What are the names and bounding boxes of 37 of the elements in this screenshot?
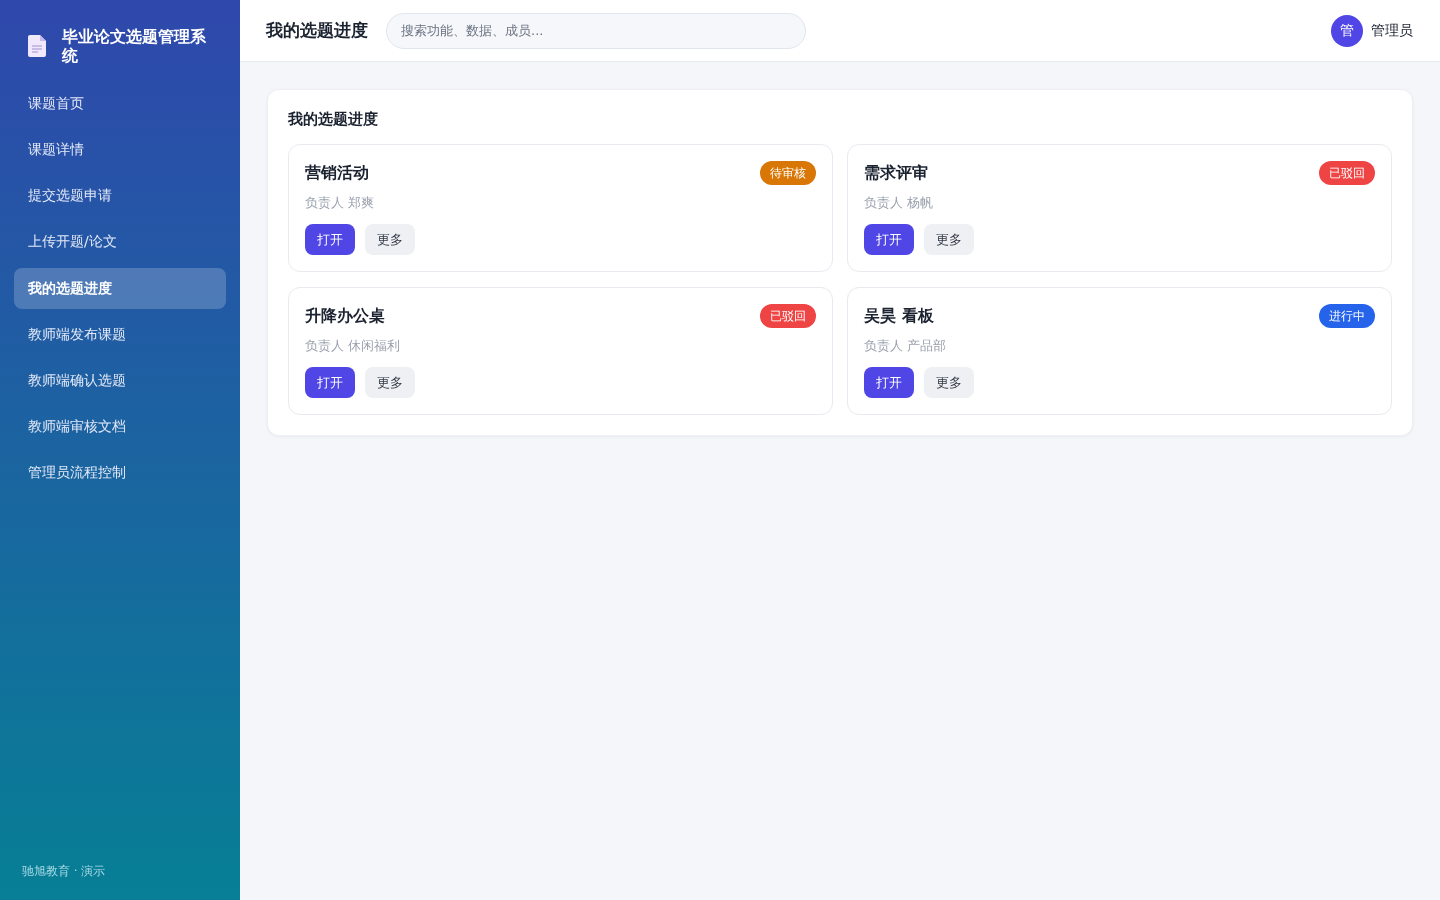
avatar[interactable]: 管 [1331,14,1363,47]
nav-item[interactable]: 提交选题申请 [14,176,226,216]
open-button[interactable]: 打开 [305,224,355,255]
status-badge: 待审核 [760,161,816,185]
document-icon [28,34,46,57]
nav-item[interactable]: 课题首页 [14,84,226,124]
owner-text: 负责人 休闲福利 [305,337,402,355]
more-button[interactable]: 更多 [365,367,415,398]
nav-item[interactable]: 教师端确认选题 [14,361,226,401]
card-title: 营销活动 [305,162,369,184]
more-button[interactable]: 更多 [365,224,415,255]
open-button[interactable]: 打开 [864,367,914,398]
nav-item[interactable]: 上传开题/论文 [14,222,226,262]
status-badge: 已驳回 [760,304,816,328]
panel-title: 我的选题进度 [288,110,379,128]
status-badge: 进行中 [1319,304,1375,328]
nav-item[interactable]: 课题详情 [14,130,226,170]
more-button[interactable]: 更多 [924,224,974,255]
open-button[interactable]: 打开 [864,224,914,255]
app-title: 毕业论文选题管理系统 [62,26,207,65]
open-button[interactable]: 打开 [305,367,355,398]
owner-text: 负责人 产品部 [864,337,948,355]
nav-item[interactable]: 管理员流程控制 [14,453,226,493]
card-title: 升降办公桌 [305,305,385,327]
nav-item[interactable]: 教师端发布课题 [14,315,226,355]
owner-text: 负责人 杨帆 [864,194,935,212]
owner-text: 负责人 郑爽 [305,194,376,212]
search-field[interactable]: 搜索功能、数据、成员... [386,12,806,49]
user-name: 管理员 [1371,21,1413,40]
card-title: 吴昊 看板 [864,305,934,327]
page-title: 我的选题进度 [266,19,368,42]
card-title: 需求评审 [864,162,928,184]
footer-text: 驰旭教育 · 演示 [21,863,107,880]
status-badge: 已驳回 [1319,161,1375,185]
more-button[interactable]: 更多 [924,367,974,398]
nav-item[interactable]: 我的选题进度 [14,268,226,309]
nav-item[interactable]: 教师端审核文档 [14,407,226,447]
